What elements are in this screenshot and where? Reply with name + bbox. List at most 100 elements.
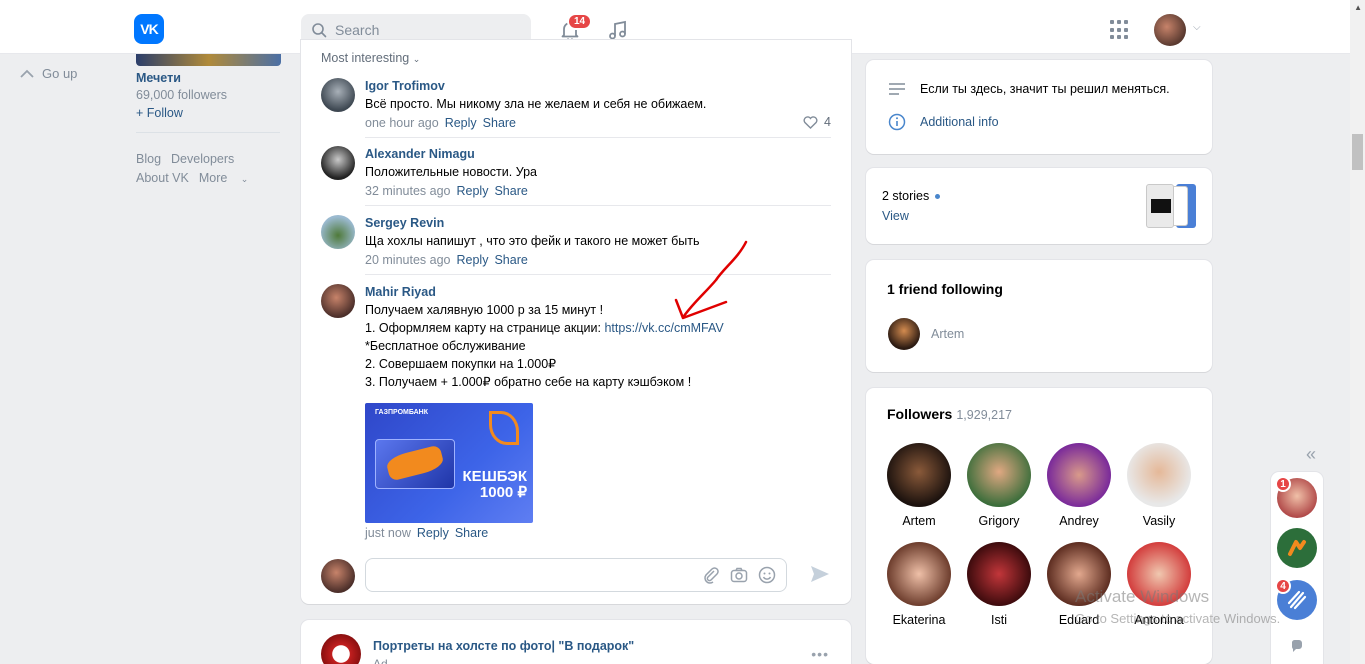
- friends-following-title[interactable]: 1 friend following: [887, 281, 1003, 297]
- comment-line: 1. Оформляем карту на странице акции: ht…: [365, 319, 831, 337]
- windows-watermark-subtitle: Go to Settings to activate Windows.: [1075, 611, 1281, 626]
- comment-line-text: 1. Оформляем карту на странице акции:: [365, 321, 605, 335]
- follower-name: Andrey: [1059, 514, 1099, 528]
- follower-item[interactable]: Andrey: [1039, 443, 1119, 528]
- stories-card: 2 stories View: [866, 168, 1212, 244]
- stories-count: 2 stories: [882, 189, 941, 203]
- follower-item[interactable]: Ekaterina: [879, 542, 959, 627]
- unread-badge: 4: [1275, 578, 1291, 594]
- camera-icon[interactable]: [730, 566, 748, 584]
- share-button[interactable]: Share: [455, 526, 488, 540]
- follower-name: Vasily: [1142, 514, 1176, 528]
- chevron-up-icon: [20, 69, 34, 78]
- comment-input[interactable]: [365, 558, 787, 592]
- scroll-thumb[interactable]: [1352, 134, 1363, 170]
- commenter-name[interactable]: Sergey Revin: [365, 215, 831, 232]
- comment-time[interactable]: just now: [365, 526, 411, 540]
- more-options-icon[interactable]: •••: [811, 646, 829, 662]
- user-avatar[interactable]: [1154, 14, 1186, 46]
- commenter-name[interactable]: Igor Trofimov: [365, 78, 831, 95]
- bank-leaf-logo: [489, 411, 519, 445]
- comment-text: Получаем халявную 1000 р за 15 минут ! 1…: [365, 301, 831, 391]
- sort-dropdown[interactable]: Most interesting ⌄: [321, 51, 420, 65]
- ad-title[interactable]: Портреты на холсте по фото| "В подарок": [373, 639, 634, 653]
- comment-meta: one hour ago Reply Share: [365, 115, 831, 132]
- comment: Igor Trofimov Всё просто. Мы никому зла …: [321, 78, 831, 138]
- double-chevron-left-icon[interactable]: «: [1306, 444, 1316, 465]
- comment-time[interactable]: 20 minutes ago: [365, 253, 450, 267]
- brand-logo-icon: [1288, 540, 1306, 556]
- additional-info-row[interactable]: Additional info: [888, 113, 999, 131]
- music-icon[interactable]: [606, 18, 630, 42]
- page-scrollbar[interactable]: ▲: [1350, 0, 1365, 664]
- more-link[interactable]: More ⌄: [199, 171, 259, 185]
- commenter-avatar[interactable]: [321, 215, 355, 249]
- about-link[interactable]: About VK: [136, 171, 189, 185]
- chevron-down-icon[interactable]: ⌵: [1193, 22, 1201, 33]
- comments-card: Most interesting ⌄ Igor Trofimov Всё про…: [301, 40, 851, 604]
- followers-count: 1,929,217: [956, 408, 1012, 422]
- comment-time[interactable]: 32 minutes ago: [365, 184, 450, 198]
- additional-info-link[interactable]: Additional info: [920, 115, 999, 129]
- chat-avatar[interactable]: [1277, 528, 1317, 568]
- info-icon: [888, 113, 906, 131]
- reply-button[interactable]: Reply: [417, 526, 449, 540]
- chevron-down-icon: ⌄: [240, 174, 249, 184]
- comment-time[interactable]: one hour ago: [365, 116, 439, 130]
- story-thumbnails[interactable]: [1146, 184, 1196, 228]
- share-button[interactable]: Share: [494, 184, 527, 198]
- chat-bubble-icon[interactable]: [1290, 639, 1304, 653]
- reply-button[interactable]: Reply: [456, 184, 488, 198]
- blog-link[interactable]: Blog: [136, 152, 161, 166]
- ad-avatar[interactable]: [321, 634, 361, 664]
- comment-line: 2. Совершаем покупки на 1.000₽: [365, 357, 557, 371]
- commenter-avatar[interactable]: [321, 78, 355, 112]
- group-cover-image[interactable]: [136, 54, 281, 66]
- ad-label: Ad: [373, 657, 388, 664]
- developers-link[interactable]: Developers: [171, 152, 234, 166]
- follower-item[interactable]: Vasily: [1119, 443, 1199, 528]
- go-up-button[interactable]: Go up: [20, 66, 77, 81]
- comment-divider: [365, 137, 831, 138]
- vk-logo[interactable]: VK: [134, 14, 164, 44]
- reply-button[interactable]: Reply: [456, 253, 488, 267]
- stories-count-text: 2 stories: [882, 189, 930, 203]
- stories-view-link[interactable]: View: [882, 209, 909, 223]
- apps-grid-icon[interactable]: [1110, 20, 1130, 40]
- promo-image[interactable]: ГАЗПРОМБАНК КЕШБЭК 1000 ₽: [365, 403, 533, 523]
- follower-item[interactable]: Artem: [879, 443, 959, 528]
- commenter-avatar[interactable]: [321, 284, 355, 318]
- commenter-name[interactable]: Mahir Riyad: [365, 284, 831, 301]
- friend-name[interactable]: Artem: [931, 327, 964, 341]
- annotation-arrow-icon: [674, 240, 748, 320]
- group-name[interactable]: Мечети: [136, 71, 181, 85]
- commenter-avatar[interactable]: [321, 146, 355, 180]
- comment-line: 3. Получаем + 1.000₽ обратно себе на кар…: [365, 375, 692, 389]
- like-button[interactable]: 4: [803, 115, 831, 129]
- share-button[interactable]: Share: [483, 116, 516, 130]
- follower-avatar: [887, 443, 951, 507]
- commenter-name[interactable]: Alexander Nimagu: [365, 146, 831, 163]
- comment: Sergey Revin Ща хохлы напишут , что это …: [321, 215, 831, 275]
- reply-button[interactable]: Reply: [445, 116, 477, 130]
- follower-item[interactable]: Isti: [959, 542, 1039, 627]
- smile-icon[interactable]: [758, 566, 776, 584]
- comment-divider: [365, 205, 831, 206]
- friend-avatar[interactable]: [888, 318, 920, 350]
- scroll-up-arrow-icon[interactable]: ▲: [1354, 3, 1362, 12]
- group-status-text: Если ты здесь, значит ты решил меняться.: [920, 82, 1170, 96]
- search-icon: [312, 23, 327, 38]
- friends-following-card: 1 friend following Artem: [866, 260, 1212, 372]
- send-icon[interactable]: [809, 564, 831, 584]
- windows-watermark-title: Activate Windows: [1075, 587, 1210, 606]
- comment-meta: 20 minutes ago Reply Share: [365, 252, 831, 269]
- follower-item[interactable]: Grigory: [959, 443, 1039, 528]
- comment: Alexander Nimagu Положительные новости. …: [321, 146, 831, 206]
- chat-side-panel: 1 4: [1271, 472, 1323, 664]
- share-button[interactable]: Share: [494, 253, 527, 267]
- follow-button[interactable]: + Follow: [136, 106, 183, 120]
- paperclip-icon[interactable]: [702, 566, 720, 584]
- my-avatar[interactable]: [321, 559, 355, 593]
- followers-title[interactable]: Followers 1,929,217: [887, 406, 1012, 422]
- unread-badge: 1: [1275, 476, 1291, 492]
